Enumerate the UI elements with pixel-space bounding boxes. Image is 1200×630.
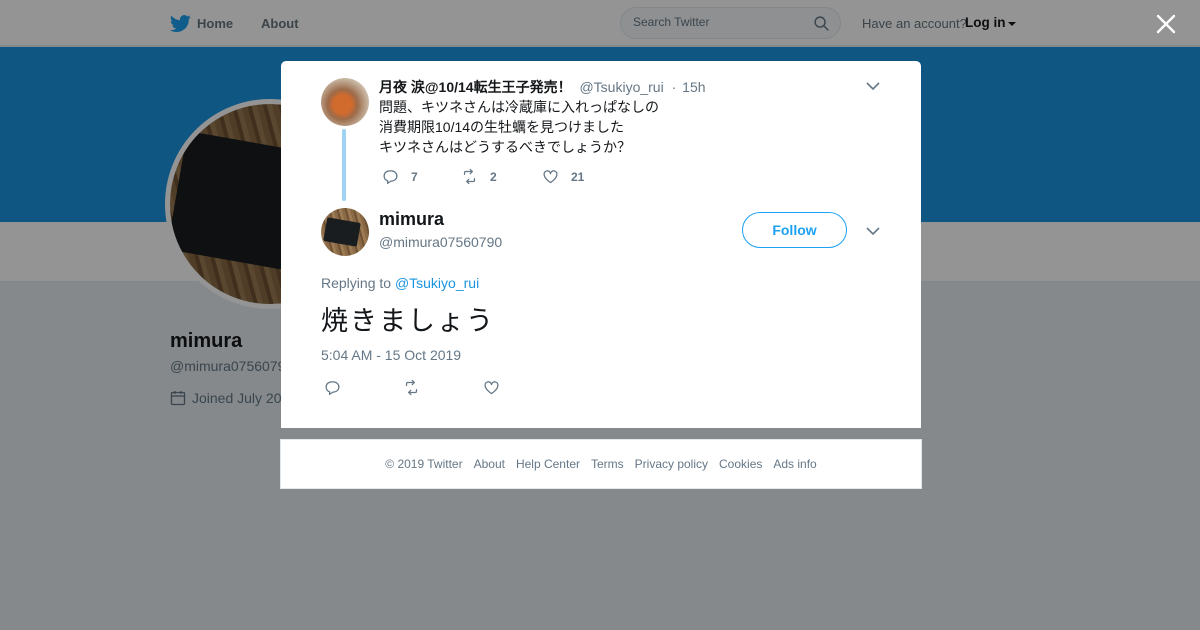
- main-tweet-handle[interactable]: @mimura07560790: [379, 234, 502, 250]
- retweet-button[interactable]: 2: [461, 168, 542, 185]
- parent-tweet-text: 問題、キツネさんは冷蔵庫に入れっぱなしの 消費期限10/14の生牡蠣を見つけまし…: [379, 97, 659, 157]
- footer-link-help-center[interactable]: Help Center: [516, 457, 580, 471]
- parent-tweet-separator: ·: [671, 79, 677, 95]
- chevron-down-icon[interactable]: [865, 224, 881, 238]
- main-tweet-name[interactable]: mimura: [379, 209, 444, 230]
- like-count: 21: [571, 169, 585, 184]
- chevron-down-icon[interactable]: [865, 79, 881, 93]
- like-icon: [484, 381, 499, 395]
- retweet-icon: [463, 168, 476, 185]
- thread-connector: [342, 129, 346, 201]
- footer-link-ads-info[interactable]: Ads info: [773, 457, 816, 471]
- follow-button[interactable]: Follow: [742, 212, 847, 248]
- replying-to: Replying to @Tsukiyo_rui: [321, 275, 479, 291]
- footer-copyright: © 2019 Twitter: [385, 457, 463, 471]
- footer-link-terms[interactable]: Terms: [591, 457, 624, 471]
- parent-tweet-line: キツネさんはどうするべきでしょうか？: [379, 139, 631, 155]
- reply-button[interactable]: 7: [382, 168, 461, 185]
- close-icon[interactable]: [1154, 12, 1178, 36]
- main-tweet-text: 焼きましょう: [321, 306, 495, 336]
- parent-tweet-actions: 7 2 21: [382, 168, 584, 185]
- parent-tweet-line: 消費期限10/14の生牡蠣を見つけました: [379, 119, 625, 135]
- footer-link-about[interactable]: About: [474, 457, 505, 471]
- reply-icon: [383, 170, 398, 185]
- reply-button[interactable]: [324, 379, 403, 396]
- replying-prefix: Replying to: [321, 275, 392, 291]
- parent-tweet-handle[interactable]: @Tsukiyo_rui: [579, 79, 663, 95]
- main-tweet-timestamp[interactable]: 5:04 AM - 15 Oct 2019: [321, 347, 461, 363]
- footer-link-privacy[interactable]: Privacy policy: [635, 457, 708, 471]
- parent-tweet-avatar[interactable]: [321, 78, 369, 126]
- tweet-permalink-modal: 月夜 涙@10/14転生王子発売！ @Tsukiyo_rui · 15h 問題、…: [281, 61, 921, 428]
- retweet-button[interactable]: [403, 379, 483, 396]
- reply-icon: [325, 381, 340, 396]
- main-tweet-actions: [324, 379, 500, 396]
- retweet-count: 2: [490, 169, 497, 184]
- parent-tweet-name[interactable]: 月夜 涙@10/14転生王子発売！: [379, 79, 572, 95]
- like-button[interactable]: 21: [542, 168, 584, 185]
- like-button[interactable]: [483, 379, 500, 396]
- parent-tweet-header: 月夜 涙@10/14転生王子発売！ @Tsukiyo_rui · 15h: [379, 77, 706, 97]
- modal-footer: © 2019 Twitter About Help Center Terms P…: [280, 439, 922, 489]
- reply-count: 7: [411, 169, 418, 184]
- like-icon: [543, 170, 558, 184]
- parent-tweet-line: 問題、キツネさんは冷蔵庫に入れっぱなしの: [379, 99, 659, 115]
- main-tweet-avatar[interactable]: [321, 208, 369, 256]
- parent-tweet-time[interactable]: 15h: [682, 79, 705, 95]
- replying-to-link[interactable]: @Tsukiyo_rui: [395, 275, 479, 291]
- footer-link-cookies[interactable]: Cookies: [719, 457, 762, 471]
- retweet-icon: [405, 379, 418, 396]
